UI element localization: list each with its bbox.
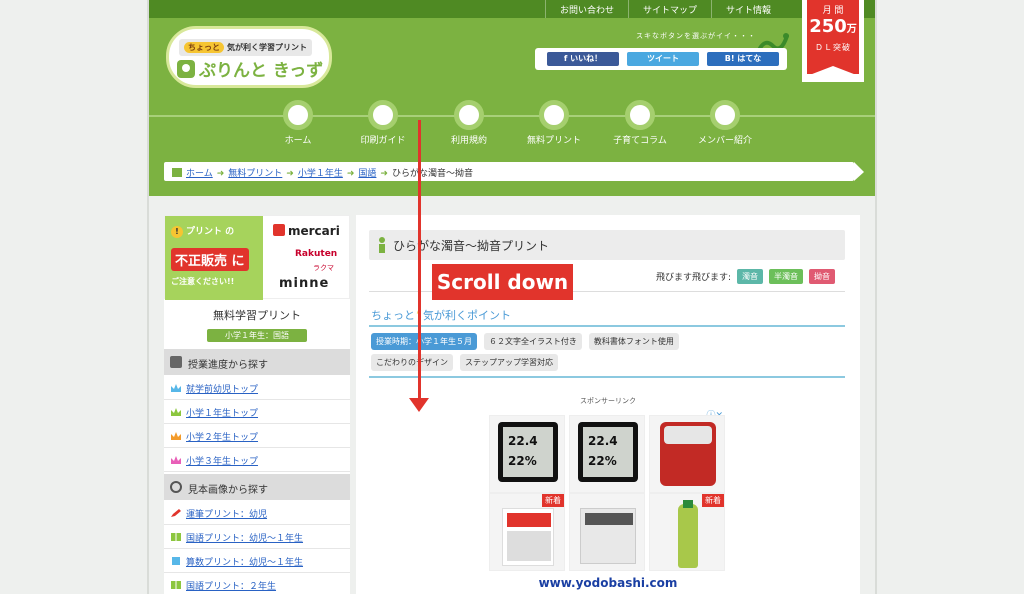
tweet-button[interactable]: ツイート <box>627 52 699 66</box>
page-title: ひらがな濁音〜拗音プリント <box>369 230 845 260</box>
logo-name: ぷりんと きっず <box>177 56 323 81</box>
hatena-bookmark-button[interactable]: B! はてな <box>707 52 779 66</box>
ad-item-tea-bottle[interactable]: 新着 <box>649 493 725 571</box>
sidebar: ! プリント の 不正販売 に ご注意ください!! mercari Rakuten… <box>164 215 350 594</box>
points-heading: ちょっと〃気が利くポイント <box>371 308 511 322</box>
contact-link[interactable]: お問い合わせ <box>544 0 628 18</box>
crown-icon <box>171 456 181 464</box>
feature-tag: ステップアップ学習対応 <box>460 354 558 371</box>
feature-tag: ６２文字全イラスト付き <box>484 333 582 350</box>
share-caption: スキなボタンを選ぶがイイ・・・ <box>636 32 756 40</box>
scroll-down-label: Scroll down <box>432 264 573 300</box>
ad-item-thermometer[interactable]: 22.4 22% <box>569 415 645 493</box>
sitemap-link[interactable]: サイトマップ <box>627 0 711 18</box>
sidebar-link-handwriting[interactable]: 運筆プリント：幼児 <box>164 501 350 525</box>
jump-youon-button[interactable]: 拗音 <box>809 269 836 284</box>
sidebar-section-samples: 見本画像から探す <box>164 474 350 500</box>
facebook-like-button[interactable]: f いいね！ <box>547 52 619 66</box>
new-badge: 新着 <box>702 494 724 507</box>
nav-free-prints[interactable]: 無料プリント <box>511 100 597 150</box>
home-icon <box>172 168 182 177</box>
breadcrumb-free-prints[interactable]: 無料プリント <box>228 169 282 179</box>
sidebar-link-math-k1[interactable]: 算数プリント：幼児〜１年生 <box>164 549 350 573</box>
new-badge: 新着 <box>542 494 564 507</box>
logo-icon <box>177 59 195 78</box>
mercari-icon <box>273 224 285 236</box>
sidebar-link-grade1[interactable]: 小学１年生トップ <box>164 400 350 424</box>
nav-members[interactable]: メンバー紹介 <box>682 100 768 150</box>
scroll-arrow-line <box>418 120 421 402</box>
feature-tags-row2: こだわりのデザイン ステップアップ学習対応 <box>371 354 565 371</box>
book-icon <box>171 581 181 589</box>
ad-item-printer[interactable] <box>569 493 645 571</box>
nav-parenting-column[interactable]: 子育てコラム <box>597 100 683 150</box>
sidebar-link-preschool[interactable]: 就学前幼児トップ <box>164 376 350 400</box>
person-icon <box>379 237 385 253</box>
fraud-warning-banner[interactable]: ! プリント の 不正販売 に ご注意ください!! mercari Rakuten… <box>164 215 350 300</box>
ad-item-rice-cooker[interactable] <box>649 415 725 493</box>
crown-icon <box>171 408 181 416</box>
book-icon <box>171 533 181 541</box>
sidebar-link-japanese-g2[interactable]: 国語プリント：２年生 <box>164 573 350 594</box>
ad-footer-url[interactable]: www.yodobashi.com <box>489 571 727 594</box>
share-buttons: f いいね！ ツイート B! はてな <box>535 48 787 70</box>
site-logo[interactable]: ちょっと 気が利く学習プリント ぷりんと きっず <box>166 26 332 88</box>
breadcrumb-home[interactable]: ホーム <box>186 169 213 179</box>
site-info-link[interactable]: サイト情報 <box>710 0 785 18</box>
sidebar-link-grade2[interactable]: 小学２年生トップ <box>164 424 350 448</box>
nav-terms[interactable]: 利用規約 <box>426 100 512 150</box>
advertisement[interactable]: ⓘ✕ 22.4 22% 22.4 22% 新着 新着 www.yodobashi… <box>489 407 727 594</box>
nav-home[interactable]: ホーム <box>255 100 341 150</box>
crown-icon <box>171 384 181 392</box>
sponsor-label: スポンサーリンク <box>580 397 636 405</box>
logo-tagline: ちょっと 気が利く学習プリント <box>179 39 312 56</box>
top-links: お問い合わせ サイトマップ サイト情報 <box>544 0 785 18</box>
sidebar-link-grade3[interactable]: 小学３年生トップ <box>164 448 350 472</box>
breadcrumb-grade1[interactable]: 小学１年生 <box>298 169 343 179</box>
feature-tag: 教科書体フォント使用 <box>588 333 679 350</box>
breadcrumb: ホーム ➜ 無料プリント ➜ 小学１年生 ➜ 国語 ➜ ひらがな濁音〜拗音 <box>164 162 854 181</box>
nav-print-guide[interactable]: 印刷ガイド <box>340 100 426 150</box>
ad-item-tissue[interactable]: 新着 <box>489 493 565 571</box>
feature-tag: 授業時期：小学１年生５月 <box>371 333 477 350</box>
pencil-icon <box>171 509 181 517</box>
breadcrumb-japanese[interactable]: 国語 <box>358 169 376 179</box>
jump-dakuon-button[interactable]: 濁音 <box>737 269 764 284</box>
ad-item-thermometer[interactable]: 22.4 22% <box>489 415 565 493</box>
sidebar-link-japanese-k1[interactable]: 国語プリント：幼児〜１年生 <box>164 525 350 549</box>
warning-icon: ! <box>171 226 183 238</box>
feature-tag: こだわりのデザイン <box>371 354 453 371</box>
breadcrumb-current: ひらがな濁音〜拗音 <box>391 169 473 179</box>
calculator-icon <box>172 557 180 565</box>
scroll-arrow-head <box>409 398 429 412</box>
jump-handakuon-button[interactable]: 半濁音 <box>769 269 804 284</box>
calendar-icon <box>170 356 182 368</box>
top-bar: お問い合わせ サイトマップ サイト情報 <box>149 0 875 18</box>
jump-links: 飛びます飛びます: 濁音 半濁音 拗音 <box>656 269 836 284</box>
magnifier-icon <box>170 481 182 493</box>
sidebar-section-progress: 授業進度から探す <box>164 349 350 375</box>
downloads-ribbon: 月 間 250万 ＤＬ突破 <box>802 0 864 82</box>
crown-icon <box>171 432 181 440</box>
sidebar-title: 無料学習プリント 小学１年生：国語 <box>164 303 350 347</box>
